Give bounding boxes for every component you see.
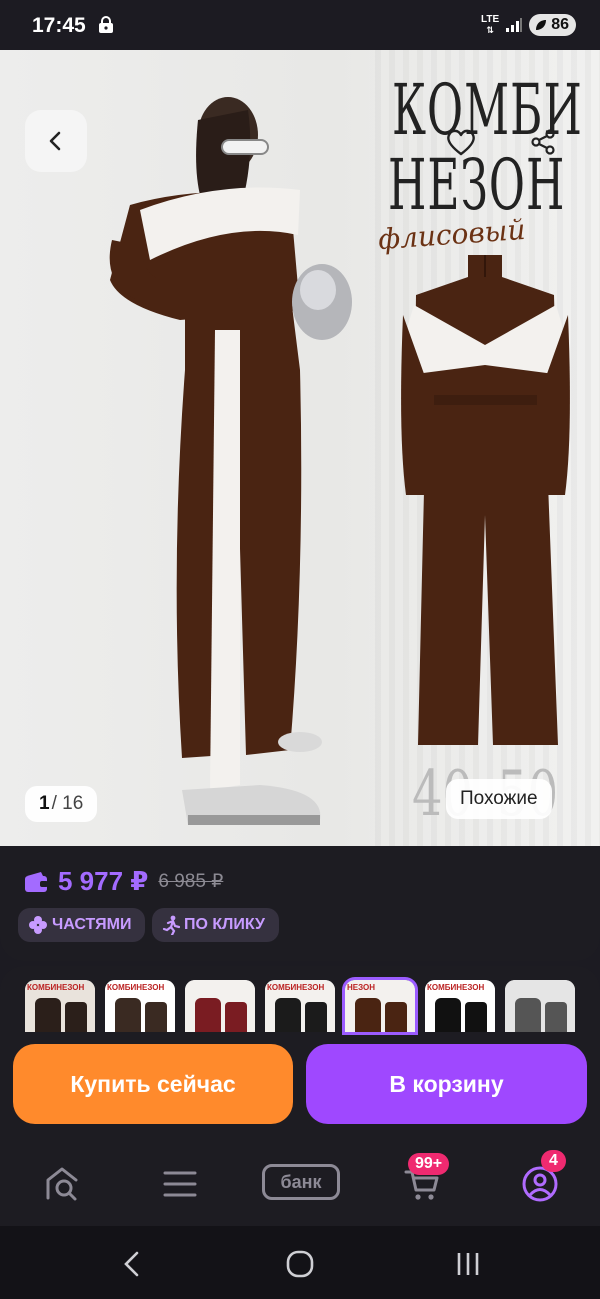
wallet-icon	[25, 871, 48, 892]
lock-icon	[99, 16, 113, 33]
battery-indicator: 86	[529, 14, 576, 36]
installments-button[interactable]: ЧАСТЯМИ	[18, 908, 145, 942]
nav-home-search[interactable]	[38, 1160, 86, 1208]
status-bar: 17:45 LTE ⇅ 86	[0, 0, 600, 50]
buy-now-button[interactable]: Купить сейчас	[13, 1044, 293, 1124]
similar-button[interactable]: Похожие	[446, 779, 552, 819]
thumbnail-label: КОМБИНЕЗОН	[27, 983, 85, 992]
nav-bank[interactable]: банк	[262, 1164, 340, 1200]
image-pager: 1 / 16	[25, 786, 98, 822]
home-search-icon	[46, 1167, 78, 1201]
system-home-icon	[286, 1250, 314, 1278]
status-time: 17:45	[32, 14, 86, 37]
system-navigation-bar	[0, 1226, 600, 1299]
chevron-left-icon	[49, 131, 61, 151]
thumbnail-item[interactable]	[505, 980, 575, 1032]
network-indicator: LTE ⇅	[481, 14, 500, 36]
thumbnail-label: КОМБИНЕЗОН	[107, 983, 165, 992]
price-section: 5 977 ₽ 6 985 ₽ ЧАСТЯМИ ПО КЛИКУ	[0, 846, 600, 961]
system-home-button[interactable]	[280, 1246, 320, 1282]
thumbnail-label: КОМБИНЕЗОН	[427, 983, 485, 992]
signal-icon	[506, 18, 523, 32]
clover-icon	[29, 916, 47, 934]
thumbnail-item[interactable]: КОМБИНЕЗОН	[265, 980, 335, 1032]
system-back-icon	[124, 1251, 139, 1277]
old-price: 6 985 ₽	[158, 871, 224, 892]
system-back-button[interactable]	[112, 1246, 152, 1282]
thumbnail-item[interactable]: НЕЗОН	[342, 977, 418, 1035]
share-button[interactable]	[522, 121, 564, 163]
bottom-navigation: банк 99+ 4	[0, 1140, 600, 1226]
add-to-cart-button[interactable]: В корзину	[306, 1044, 587, 1124]
thumbnail-label: НЕЗОН	[347, 983, 376, 992]
back-button[interactable]	[25, 110, 87, 172]
battery-saver-icon	[536, 20, 547, 30]
system-recents-button[interactable]	[448, 1246, 488, 1282]
cart-badge: 99+	[408, 1153, 450, 1175]
thumbnail-item[interactable]	[185, 980, 255, 1032]
heart-icon	[447, 129, 475, 156]
product-flatlay-image	[401, 255, 570, 745]
one-click-button[interactable]: ПО КЛИКУ	[152, 908, 279, 942]
profile-badge: 4	[541, 1150, 566, 1172]
running-person-icon	[162, 915, 180, 935]
thumbnail-item[interactable]: КОМБИНЕЗОН	[25, 980, 95, 1032]
favorite-button[interactable]	[440, 121, 482, 163]
system-recents-icon	[457, 1253, 479, 1275]
nav-catalog[interactable]	[156, 1160, 204, 1208]
thumbnail-item[interactable]: КОМБИНЕЗОН	[425, 980, 495, 1032]
thumbnail-label: КОМБИНЕЗОН	[267, 983, 325, 992]
product-image-gallery[interactable]: КОМБИ НЕЗОН флисовый 40–50 1 / 16	[0, 50, 600, 846]
thumbnail-item[interactable]: КОМБИНЕЗОН	[105, 980, 175, 1032]
share-icon	[531, 129, 555, 155]
menu-icon	[163, 1171, 197, 1197]
current-price: 5 977 ₽	[58, 866, 149, 896]
